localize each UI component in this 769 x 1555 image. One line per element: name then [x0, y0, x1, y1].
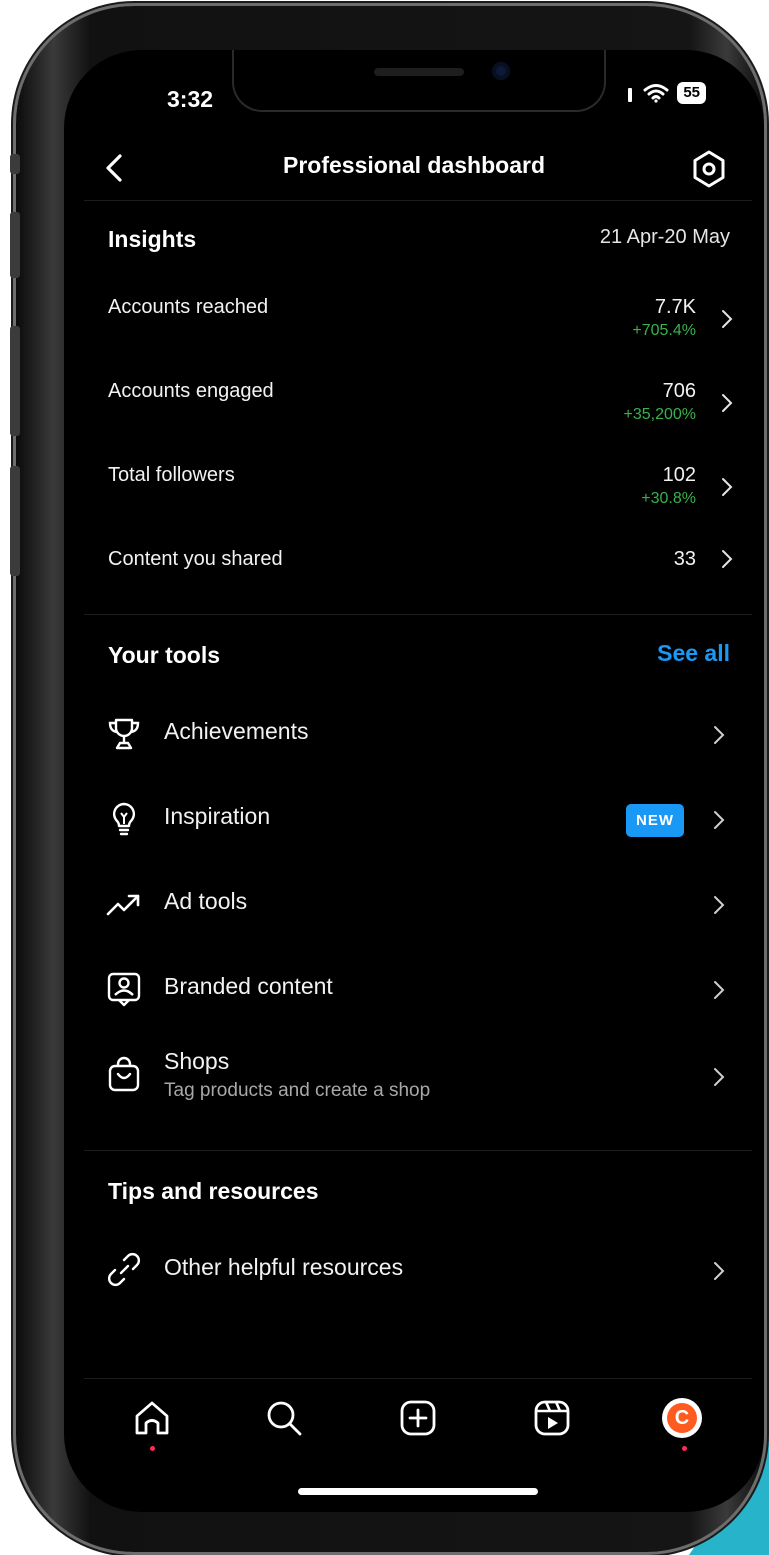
silent-switch [10, 154, 20, 174]
metric-value: 33 [673, 548, 696, 570]
home-indicator[interactable] [298, 1488, 538, 1495]
tool-label: Achievements [164, 718, 309, 744]
chevron-right-icon [714, 896, 725, 914]
front-camera [492, 62, 510, 80]
chevron-right-icon [722, 394, 733, 412]
metric-value: 102 [662, 464, 696, 486]
avatar-letter: C [667, 1403, 697, 1433]
volume-down-button [10, 326, 20, 436]
tool-sublabel: Tag products and create a shop [164, 1080, 431, 1101]
branded-content-icon [107, 972, 141, 1007]
tips-title: Tips and resources [108, 1178, 319, 1204]
metric-value: 7.7K [654, 296, 696, 318]
header-divider [84, 200, 752, 201]
chevron-right-icon [714, 726, 725, 744]
dynamic-notch [232, 50, 606, 112]
trending-up-icon [106, 894, 140, 916]
tool-ad-tools[interactable]: Ad tools [104, 870, 730, 940]
chevron-right-icon [722, 550, 733, 568]
tools-title: Your tools [108, 642, 221, 668]
phone-frame: 3:32 55 Professional dashboard Insights … [10, 6, 764, 1552]
tool-label: Inspiration [164, 803, 271, 829]
settings-icon[interactable] [688, 148, 730, 190]
metric-total-followers[interactable]: Total followers 102 +30.8% [108, 462, 738, 532]
create-icon[interactable] [396, 1396, 440, 1440]
bottom-navigation: C [64, 1380, 764, 1451]
battery-indicator: 55 [677, 82, 706, 104]
tool-branded-content[interactable]: Branded content [104, 955, 730, 1025]
metric-change: +705.4% [632, 322, 696, 339]
tip-other-resources[interactable]: Other helpful resources [104, 1236, 730, 1306]
tool-label: Branded content [164, 973, 333, 999]
notification-dot [150, 1446, 155, 1451]
app-screen: 3:32 55 Professional dashboard Insights … [64, 50, 764, 1512]
signal-icon [628, 88, 633, 102]
metric-label: Content you shared [108, 548, 283, 570]
see-all-link[interactable]: See all [657, 640, 730, 667]
metric-content-shared[interactable]: Content you shared 33 [108, 546, 738, 616]
nav-divider [84, 1378, 752, 1379]
status-indicators: 55 [625, 82, 706, 104]
metric-label: Accounts engaged [108, 380, 274, 402]
top-bar: Professional dashboard [64, 138, 764, 198]
notification-dot [682, 1446, 687, 1451]
tool-inspiration[interactable]: Inspiration NEW [104, 785, 730, 855]
metric-accounts-reached[interactable]: Accounts reached 7.7K +705.4% [108, 294, 738, 364]
side-button [10, 466, 20, 576]
chevron-right-icon [722, 478, 733, 496]
tool-achievements[interactable]: Achievements [104, 700, 730, 770]
trophy-icon [108, 718, 140, 750]
avatar: C [662, 1398, 702, 1438]
search-icon[interactable] [262, 1396, 306, 1440]
tools-divider [84, 1150, 752, 1151]
date-range[interactable]: 21 Apr-20 May [600, 226, 730, 249]
tool-label: Shops [164, 1048, 230, 1074]
reels-icon[interactable] [530, 1396, 574, 1440]
new-badge: NEW [626, 804, 684, 837]
tool-label: Ad tools [164, 888, 248, 914]
status-time: 3:32 [167, 86, 214, 112]
tool-label: Other helpful resources [164, 1254, 404, 1280]
metric-accounts-engaged[interactable]: Accounts engaged 706 +35,200% [108, 378, 738, 448]
chevron-right-icon [714, 811, 725, 829]
chevron-right-icon [714, 981, 725, 999]
chevron-right-icon [722, 310, 733, 328]
wifi-icon [643, 84, 669, 103]
metric-label: Total followers [108, 464, 235, 486]
link-icon [108, 1253, 140, 1286]
metric-label: Accounts reached [108, 296, 269, 318]
tool-shops[interactable]: Shops Tag products and create a shop [104, 1030, 730, 1120]
metric-change: +35,200% [623, 406, 696, 423]
insights-divider [84, 614, 752, 615]
lightbulb-icon [112, 802, 136, 836]
chevron-right-icon [714, 1262, 725, 1280]
chevron-right-icon [714, 1068, 725, 1086]
volume-up-button [10, 212, 20, 278]
shopping-bag-icon [108, 1056, 140, 1092]
profile-avatar[interactable]: C [662, 1398, 706, 1442]
metric-value: 706 [662, 380, 696, 402]
insights-title: Insights [108, 226, 197, 252]
home-icon[interactable] [130, 1396, 174, 1440]
speaker [374, 68, 464, 76]
page-title: Professional dashboard [282, 152, 545, 178]
metric-change: +30.8% [641, 490, 696, 507]
